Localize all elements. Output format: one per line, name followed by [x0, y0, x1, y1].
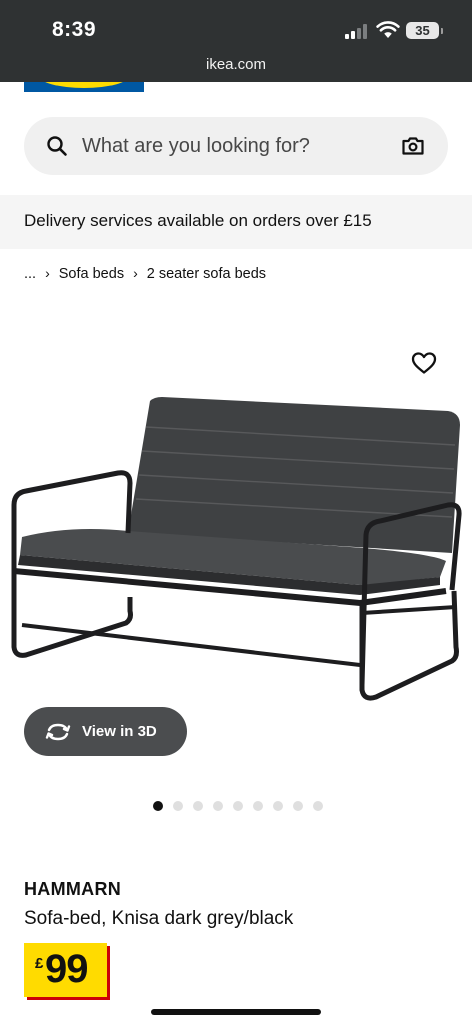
product-image[interactable] [0, 385, 472, 720]
address-bar-url[interactable]: ikea.com [0, 56, 472, 73]
status-bar: 8:39 35 ikea.com [0, 0, 472, 82]
product-name: HAMMARN [24, 879, 122, 899]
carousel-dot[interactable] [253, 801, 263, 811]
carousel-dot[interactable] [213, 801, 223, 811]
breadcrumb-2-seater-sofa-beds[interactable]: 2 seater sofa beds [147, 266, 266, 282]
carousel-dot[interactable] [173, 801, 183, 811]
status-time: 8:39 [52, 18, 97, 41]
delivery-banner-text: Delivery services available on orders ov… [24, 211, 372, 230]
battery-icon: 35 [406, 22, 443, 39]
carousel-dot[interactable] [193, 801, 203, 811]
price-tag: £ 99 [24, 943, 107, 997]
camera-icon[interactable] [401, 134, 425, 158]
carousel-dot[interactable] [273, 801, 283, 811]
ikea-logo[interactable] [24, 82, 144, 92]
heart-icon[interactable] [411, 351, 437, 375]
breadcrumb-ellipsis[interactable]: ... [24, 266, 36, 282]
view-in-3d-label: View in 3D [82, 723, 157, 740]
search-bar[interactable]: What are you looking for? [24, 117, 448, 175]
delivery-banner[interactable]: Delivery services available on orders ov… [0, 195, 472, 249]
home-indicator[interactable] [151, 1009, 321, 1015]
rotate-3d-icon [45, 723, 71, 741]
carousel-pagination [153, 801, 323, 813]
breadcrumb: ... › Sofa beds › 2 seater sofa beds [24, 265, 266, 282]
view-in-3d-button[interactable]: View in 3D [24, 707, 187, 756]
carousel-dot[interactable] [153, 801, 163, 811]
cellular-signal-icon [345, 23, 369, 39]
carousel-dot[interactable] [313, 801, 323, 811]
price-currency: £ [35, 955, 44, 972]
search-icon [47, 136, 67, 156]
chevron-right-icon: › [45, 265, 50, 281]
carousel-dot[interactable] [293, 801, 303, 811]
price-value: 99 [45, 947, 88, 991]
breadcrumb-sofa-beds[interactable]: Sofa beds [59, 266, 124, 282]
chevron-right-icon: › [133, 265, 138, 281]
product-description: Sofa-bed, Knisa dark grey/black [24, 908, 294, 929]
wifi-icon [376, 21, 400, 38]
carousel-dot[interactable] [233, 801, 243, 811]
search-input[interactable]: What are you looking for? [82, 135, 310, 158]
